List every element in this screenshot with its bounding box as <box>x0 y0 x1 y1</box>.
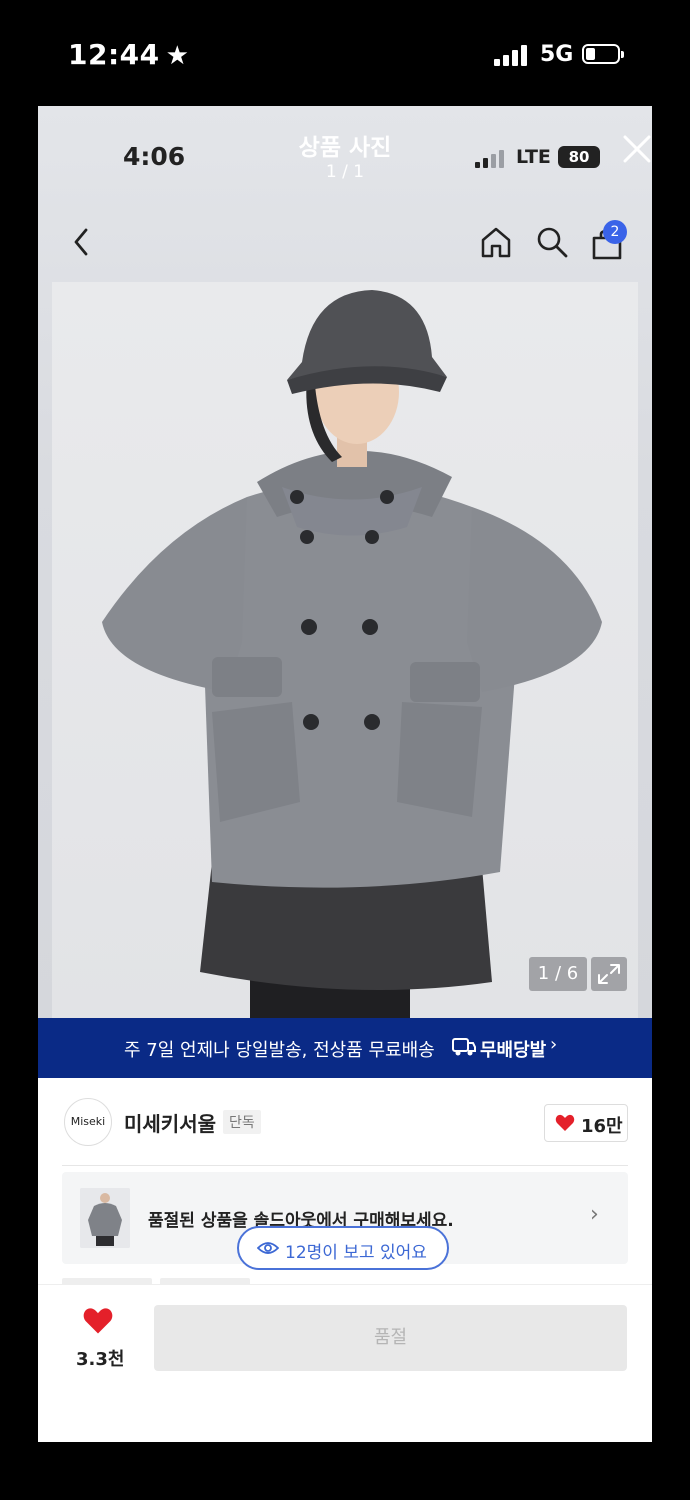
live-viewers-text: 12명이 보고 있어요 <box>285 1243 427 1263</box>
device-network-label: 5G <box>540 42 574 67</box>
app-screen: 4:06 상품 사진 1 / 1 LTE 80 2 1 / 6 주 7일 언제나… <box>38 106 652 1442</box>
free-shipping-banner[interactable]: 주 7일 언제나 당일발송, 전상품 무료배송 무배당발 › <box>38 1018 652 1078</box>
promo-logo-label: 무배당발 <box>480 1040 547 1061</box>
signal-icon <box>494 44 528 66</box>
delivery-truck-icon <box>452 1038 476 1056</box>
photo-viewer: 4:06 상품 사진 1 / 1 LTE 80 2 1 / 6 <box>38 106 652 1018</box>
purchase-bar: 3.3천 품절 <box>38 1284 652 1442</box>
search-icon[interactable] <box>534 224 570 260</box>
wishlist-heart-icon[interactable] <box>82 1307 114 1335</box>
cart-count-badge: 2 <box>603 220 627 244</box>
chevron-right-icon: › <box>550 1034 558 1055</box>
inner-battery-icon: 80 <box>558 146 600 168</box>
eye-icon <box>257 1242 279 1254</box>
back-arrow-icon[interactable] <box>68 224 96 260</box>
live-viewers-pill: 12명이 보고 있어요 <box>237 1226 449 1270</box>
image-counter: 1 / 6 <box>529 957 587 991</box>
star-icon: ★ <box>165 41 190 71</box>
device-clock: 12:44 ★ <box>68 38 189 71</box>
device-time: 12:44 <box>68 38 160 71</box>
inner-network-label: LTE <box>516 146 551 168</box>
brand-row: Miseki 미세키서울 단독 16만 <box>38 1078 652 1166</box>
expand-icon[interactable] <box>591 957 627 991</box>
product-thumbnail <box>80 1188 130 1248</box>
product-nav-bar <box>38 206 652 282</box>
brand-logo[interactable]: Miseki <box>64 1098 112 1146</box>
chevron-right-icon: › <box>590 1202 599 1227</box>
home-icon[interactable] <box>478 224 514 260</box>
heart-icon <box>555 1114 575 1131</box>
model-illustration <box>102 290 602 1018</box>
inner-status-bar: 4:06 상품 사진 1 / 1 LTE 80 <box>38 106 652 206</box>
brand-name[interactable]: 미세키서울 <box>124 1108 216 1137</box>
wishlist-count: 3.3천 <box>76 1349 125 1370</box>
brand-like-button[interactable]: 16만 <box>544 1104 628 1142</box>
battery-icon <box>582 44 624 64</box>
soldout-buy-button[interactable]: 품절 <box>154 1305 627 1371</box>
exclusive-badge: 단독 <box>223 1110 261 1134</box>
inner-signal-icon <box>475 150 507 168</box>
promo-text: 주 7일 언제나 당일발송, 전상품 무료배송 <box>124 1040 435 1061</box>
section-divider <box>62 1165 628 1166</box>
product-photo[interactable] <box>52 282 638 1018</box>
close-icon[interactable] <box>620 132 652 166</box>
promo-logo: 무배당발 <box>452 1036 546 1062</box>
device-status-bar: 12:44 ★ 5G <box>0 0 690 106</box>
brand-like-count: 16만 <box>581 1116 623 1137</box>
